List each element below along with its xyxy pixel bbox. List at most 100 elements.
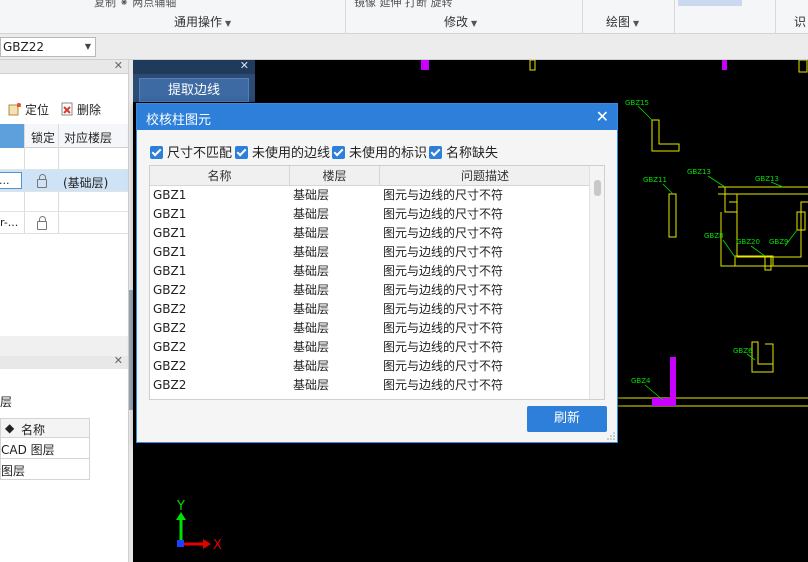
cell-name: GBZ1 <box>153 207 187 221</box>
cell-floor: 基础层 <box>293 378 330 392</box>
cell-name: GBZ2 <box>153 359 187 373</box>
close-icon[interactable]: ✕ <box>240 59 249 72</box>
extract-edge-button[interactable]: 提取边线 <box>139 78 249 102</box>
ribbon-group-label[interactable]: 通用操作 ▼ <box>174 13 231 30</box>
close-icon[interactable]: ✕ <box>596 107 609 126</box>
highlight-block <box>421 60 429 70</box>
cell-floor: 基础层 <box>293 321 330 335</box>
table-row[interactable]: GBZ1 基础层 图元与边线的尺寸不符 <box>150 224 590 243</box>
table-row[interactable]: GBZ1 基础层 图元与边线的尺寸不符 <box>150 262 590 281</box>
column-outline <box>724 187 738 213</box>
layer-section-title: 层 <box>0 395 13 409</box>
table-row[interactable] <box>0 148 128 170</box>
layer-header-bullet: ◆ <box>5 421 15 435</box>
table-row[interactable]: ... (基础层) <box>0 170 128 192</box>
cad-label: GBZ13 <box>687 168 711 176</box>
x-axis-arrowhead <box>203 539 211 549</box>
locate-button[interactable]: 定位 <box>8 101 49 118</box>
chevron-down-icon: ▼ <box>633 19 640 28</box>
highlight-block <box>652 398 676 406</box>
column-header-name[interactable]: 名称 <box>150 166 290 186</box>
cell-floor: 基础层 <box>293 226 330 240</box>
lock-icon[interactable] <box>37 216 47 230</box>
ribbon-group-label[interactable]: 修改 ▼ <box>444 13 477 30</box>
ribbon-group-modify: 镜像 延伸 打断 旋转 修改 ▼ <box>350 0 580 34</box>
toolbar-row: GBZ22 ▼ <box>0 34 808 60</box>
check-column-dialog: 校核柱图元 ✕ 尺寸不匹配 未使用的边线 未使用的标识 名称缺失 名称 楼层 问… <box>136 103 618 443</box>
grid-header-selected <box>0 124 24 148</box>
column-header-floor[interactable]: 对应楼层 <box>64 129 112 146</box>
cell-description: 图元与边线的尺寸不符 <box>383 321 504 335</box>
column-header-floor[interactable]: 楼层 <box>290 166 380 186</box>
cell-name: GBZ2 <box>153 321 187 335</box>
ribbon-group-label[interactable]: 识 <box>794 13 806 30</box>
cell-description: 图元与边线的尺寸不符 <box>383 359 504 373</box>
cell-name: GBZ1 <box>153 188 187 202</box>
resize-grip-icon[interactable] <box>607 432 615 440</box>
ribbon-group-label[interactable]: 绘图 ▼ <box>606 13 639 30</box>
cad-label: GBZ13 <box>755 175 779 183</box>
cell-name: GBZ2 <box>153 378 187 392</box>
extract-panel: ✕ 提取边线 <box>133 59 255 102</box>
issue-table-header: 名称 楼层 问题描述 <box>150 166 590 186</box>
cell-description: 图元与边线的尺寸不符 <box>383 378 504 392</box>
ribbon: 复制 ⁕ 两点辅轴 通用操作 ▼ 镜像 延伸 打断 旋转 修改 ▼ 绘图 ▼ 识 <box>0 0 808 34</box>
column-outline <box>765 343 774 364</box>
ribbon-group-draw: 绘图 ▼ <box>584 0 674 34</box>
highlight-block <box>722 60 727 70</box>
ribbon-divider <box>674 0 675 34</box>
delete-button[interactable]: 删除 <box>60 101 101 118</box>
scrollbar-thumb[interactable] <box>594 180 601 196</box>
lock-icon[interactable] <box>37 174 47 188</box>
column-outline <box>798 60 808 73</box>
column-header-description[interactable]: 问题描述 <box>380 166 590 186</box>
table-row[interactable]: GBZ2 基础层 图元与边线的尺寸不符 <box>150 319 590 338</box>
column-outline <box>668 193 677 238</box>
table-row[interactable]: GBZ1 基础层 图元与边线的尺寸不符 <box>150 205 590 224</box>
column-outline <box>651 119 680 152</box>
cell-floor: 基础层 <box>293 264 330 278</box>
dialog-title: 校核柱图元 <box>146 113 212 128</box>
panel-header: ✕ <box>0 59 128 74</box>
row-floor-cell: (基础层) <box>63 176 109 190</box>
dialog-titlebar[interactable]: 校核柱图元 ✕ <box>137 104 617 130</box>
layer-column-header[interactable]: ◆ 名称 <box>0 418 90 438</box>
cell-name: GBZ2 <box>153 283 187 297</box>
row-name-cell[interactable]: ... <box>0 172 22 189</box>
table-row[interactable]: GBZ1 基础层 图元与边线的尺寸不符 <box>150 186 590 205</box>
table-row[interactable] <box>0 192 128 212</box>
layer-header-label: 名称 <box>21 423 46 437</box>
cell-name: GBZ1 <box>153 226 187 240</box>
cell-floor: 基础层 <box>293 302 330 316</box>
vertical-scrollbar[interactable] <box>589 166 604 399</box>
filter-unused-marks[interactable]: 未使用的标识 <box>332 142 427 161</box>
element-combo[interactable]: GBZ22 ▼ <box>0 37 96 57</box>
table-row[interactable]: r-... <box>0 212 128 234</box>
chevron-down-icon: ▼ <box>84 42 91 51</box>
checkbox-checked-icon <box>429 146 442 159</box>
table-row[interactable]: GBZ2 基础层 图元与边线的尺寸不符 <box>150 357 590 376</box>
cell-name: GBZ2 <box>153 302 187 316</box>
layer-item-cad[interactable]: CAD 图层 <box>0 438 90 459</box>
table-row[interactable]: GBZ2 基础层 图元与边线的尺寸不符 <box>150 338 590 357</box>
table-row[interactable]: GBZ2 基础层 图元与边线的尺寸不符 <box>150 281 590 300</box>
cell-name: GBZ1 <box>153 245 187 259</box>
table-row[interactable]: GBZ2 基础层 图元与边线的尺寸不符 <box>150 300 590 319</box>
cad-label: GBZ11 <box>643 176 667 184</box>
cell-floor: 基础层 <box>293 283 330 297</box>
refresh-button[interactable]: 刷新 <box>527 406 607 432</box>
close-icon[interactable]: ✕ <box>114 59 123 72</box>
table-row[interactable]: GBZ1 基础层 图元与边线的尺寸不符 <box>150 243 590 262</box>
checkbox-checked-icon <box>150 146 163 159</box>
filter-unused-edges[interactable]: 未使用的边线 <box>235 142 330 161</box>
ribbon-selected-tool[interactable] <box>678 0 742 6</box>
axis-origin <box>177 540 184 547</box>
cad-label: GBZ8 <box>704 232 723 240</box>
layer-item-drawing[interactable]: 图层 <box>0 459 90 480</box>
table-row[interactable]: GBZ2 基础层 图元与边线的尺寸不符 <box>150 376 590 395</box>
column-header-lock[interactable]: 锁定 <box>31 129 55 146</box>
extract-panel-header: ✕ <box>133 59 255 74</box>
filter-missing-name[interactable]: 名称缺失 <box>429 142 498 161</box>
issue-table: 名称 楼层 问题描述 GBZ1 基础层 图元与边线的尺寸不符 GBZ1 基础层 图元与边线… <box>149 165 605 400</box>
filter-size-mismatch[interactable]: 尺寸不匹配 <box>150 142 232 161</box>
